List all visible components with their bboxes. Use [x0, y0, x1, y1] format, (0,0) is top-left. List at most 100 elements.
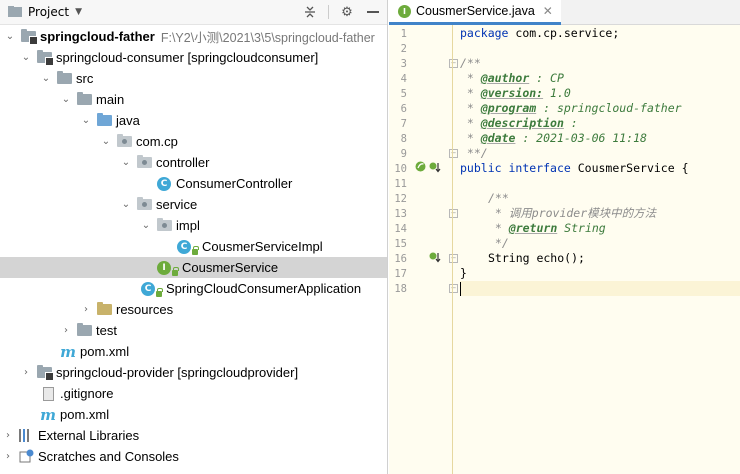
tree-item-service[interactable]: ⌄ service — [0, 194, 387, 215]
tree-item-springcloud-provider[interactable]: › springcloud-provider [springcloudprovi… — [0, 362, 387, 383]
interface-icon: I — [156, 260, 179, 276]
tree-item-controller[interactable]: ⌄ controller — [0, 152, 387, 173]
tree-item-impl[interactable]: ⌄ impl — [0, 215, 387, 236]
code-line-7: * @description : — [460, 116, 578, 130]
tree-item-consumer-controller[interactable]: C ConsumerController — [0, 173, 387, 194]
current-line — [460, 281, 740, 296]
chevron-down-icon[interactable]: ⌄ — [4, 31, 16, 42]
tree-item-com-cp[interactable]: ⌄ com.cp — [0, 131, 387, 152]
toolbar-separator — [328, 5, 329, 19]
collapse-all-icon[interactable] — [302, 4, 318, 20]
chevron-right-icon[interactable]: › — [20, 367, 32, 378]
chevron-down-icon[interactable]: ⌄ — [140, 220, 152, 231]
line-number: 16 — [394, 253, 407, 265]
code-line-16: */ — [488, 236, 509, 250]
package-icon — [136, 155, 152, 171]
line-number: 13 — [394, 208, 407, 220]
tree-item-springcloud-consumer[interactable]: ⌄ springcloud-consumer [springcloudconsu… — [0, 47, 387, 68]
tab-cousmer-service[interactable]: I CousmerService.java ✕ — [389, 0, 561, 25]
chevron-right-icon[interactable]: › — [2, 430, 14, 441]
spring-bean-icon[interactable] — [415, 161, 426, 175]
line-number: 11 — [394, 178, 407, 190]
project-panel: Project ▼ ⚙ ⌄ springcloud-father F:\Y2\小… — [0, 0, 388, 474]
package-icon — [116, 134, 132, 150]
tree-item-gitignore[interactable]: .gitignore — [0, 383, 387, 404]
implemented-in-icon[interactable] — [429, 161, 441, 176]
code-line-9: **/ — [460, 146, 488, 160]
line-number: 12 — [394, 193, 407, 205]
scratches-icon — [18, 449, 34, 465]
project-panel-title[interactable]: Project — [28, 5, 69, 19]
folder-icon — [76, 92, 92, 108]
tree-item-src[interactable]: ⌄ src — [0, 68, 387, 89]
chevron-down-icon[interactable]: ⌄ — [40, 73, 52, 84]
code-line-18: } — [460, 266, 467, 280]
line-number: 3 — [400, 58, 407, 70]
libraries-icon — [18, 428, 34, 444]
chevron-down-icon[interactable]: ⌄ — [120, 157, 132, 168]
spring-class-icon: C — [140, 281, 163, 297]
fold-icon[interactable]: − — [449, 59, 458, 68]
tree-item-scratches[interactable]: › Scratches and Consoles — [0, 446, 387, 467]
gear-icon[interactable]: ⚙ — [339, 4, 355, 20]
chevron-down-icon[interactable]: ⌄ — [20, 52, 32, 63]
tree-item-consumer-pom[interactable]: m pom.xml — [0, 341, 387, 362]
line-number: 9 — [400, 148, 407, 160]
maven-icon: m — [40, 405, 56, 424]
maven-icon: m — [60, 342, 76, 361]
chevron-down-icon[interactable]: ⌄ — [100, 136, 112, 147]
tree-item-external-libraries[interactable]: › External Libraries — [0, 425, 387, 446]
line-number: 1 — [400, 28, 407, 40]
hide-panel-icon[interactable] — [365, 4, 381, 20]
editor: I CousmerService.java ✕ 1 2 3 4 5 6 7 8 … — [389, 0, 740, 474]
tree-item-springcloud-father[interactable]: ⌄ springcloud-father F:\Y2\小测\2021\3\5\s… — [0, 26, 387, 47]
chevron-right-icon[interactable]: › — [2, 451, 14, 462]
line-number: 8 — [400, 133, 407, 145]
line-number: 2 — [400, 43, 407, 55]
code-line-13: /** — [488, 191, 509, 205]
line-number: 7 — [400, 118, 407, 130]
fold-icon[interactable]: − — [449, 254, 458, 263]
close-icon[interactable]: ✕ — [543, 4, 553, 18]
module-folder-icon — [20, 29, 38, 45]
chevron-right-icon[interactable]: › — [80, 304, 92, 315]
code-line-8: * @date : 2021-03-06 11:18 — [460, 131, 647, 145]
line-number: 4 — [400, 73, 407, 85]
tree-item-resources[interactable]: › resources — [0, 299, 387, 320]
tree-item-cousmer-service-impl[interactable]: C CousmerServiceImpl — [0, 236, 387, 257]
fold-icon[interactable]: − — [449, 284, 458, 293]
tree-item-java[interactable]: ⌄ java — [0, 110, 387, 131]
source-folder-icon — [96, 113, 112, 129]
fold-icon[interactable]: − — [449, 149, 458, 158]
code-line-5: * @version: 1.0 — [460, 86, 571, 100]
code-line-14: * 调用provider模块中的方法 — [488, 206, 657, 220]
package-icon — [156, 218, 172, 234]
package-icon — [136, 197, 152, 213]
gutter-divider — [452, 25, 453, 474]
code-line-4: * @author : CP — [460, 71, 564, 85]
chevron-down-icon[interactable]: ⌄ — [60, 94, 72, 105]
chevron-down-icon[interactable]: ⌄ — [120, 199, 132, 210]
tree-item-main[interactable]: ⌄ main — [0, 89, 387, 110]
file-icon — [40, 386, 56, 402]
folder-icon — [56, 71, 72, 87]
code-line-10: public interface CousmerService { — [460, 161, 689, 175]
project-path: F:\Y2\小测\2021\3\5\springcloud-father — [160, 31, 375, 45]
line-number: 17 — [394, 268, 407, 280]
chevron-down-icon[interactable]: ⌄ — [80, 115, 92, 126]
chevron-right-icon[interactable]: › — [60, 325, 72, 336]
tree-item-spring-cloud-consumer-application[interactable]: C SpringCloudConsumerApplication — [0, 278, 387, 299]
class-icon: C — [176, 239, 199, 255]
line-number: 18 — [394, 283, 407, 295]
line-number: 14 — [394, 223, 407, 235]
implemented-in-icon[interactable] — [429, 251, 441, 266]
fold-icon[interactable]: − — [449, 209, 458, 218]
tree-item-cousmer-service[interactable]: I CousmerService — [0, 257, 387, 278]
tree-item-root-pom[interactable]: m pom.xml — [0, 404, 387, 425]
line-number: 15 — [394, 238, 407, 250]
chevron-down-icon[interactable]: ▼ — [75, 7, 82, 17]
code-line-3: /** — [460, 56, 481, 70]
lock-icon — [172, 266, 179, 276]
tree-item-test[interactable]: › test — [0, 320, 387, 341]
editor-gutter: 1 2 3 4 5 6 7 8 9 10 11 12 13 14 15 16 1… — [389, 25, 458, 474]
